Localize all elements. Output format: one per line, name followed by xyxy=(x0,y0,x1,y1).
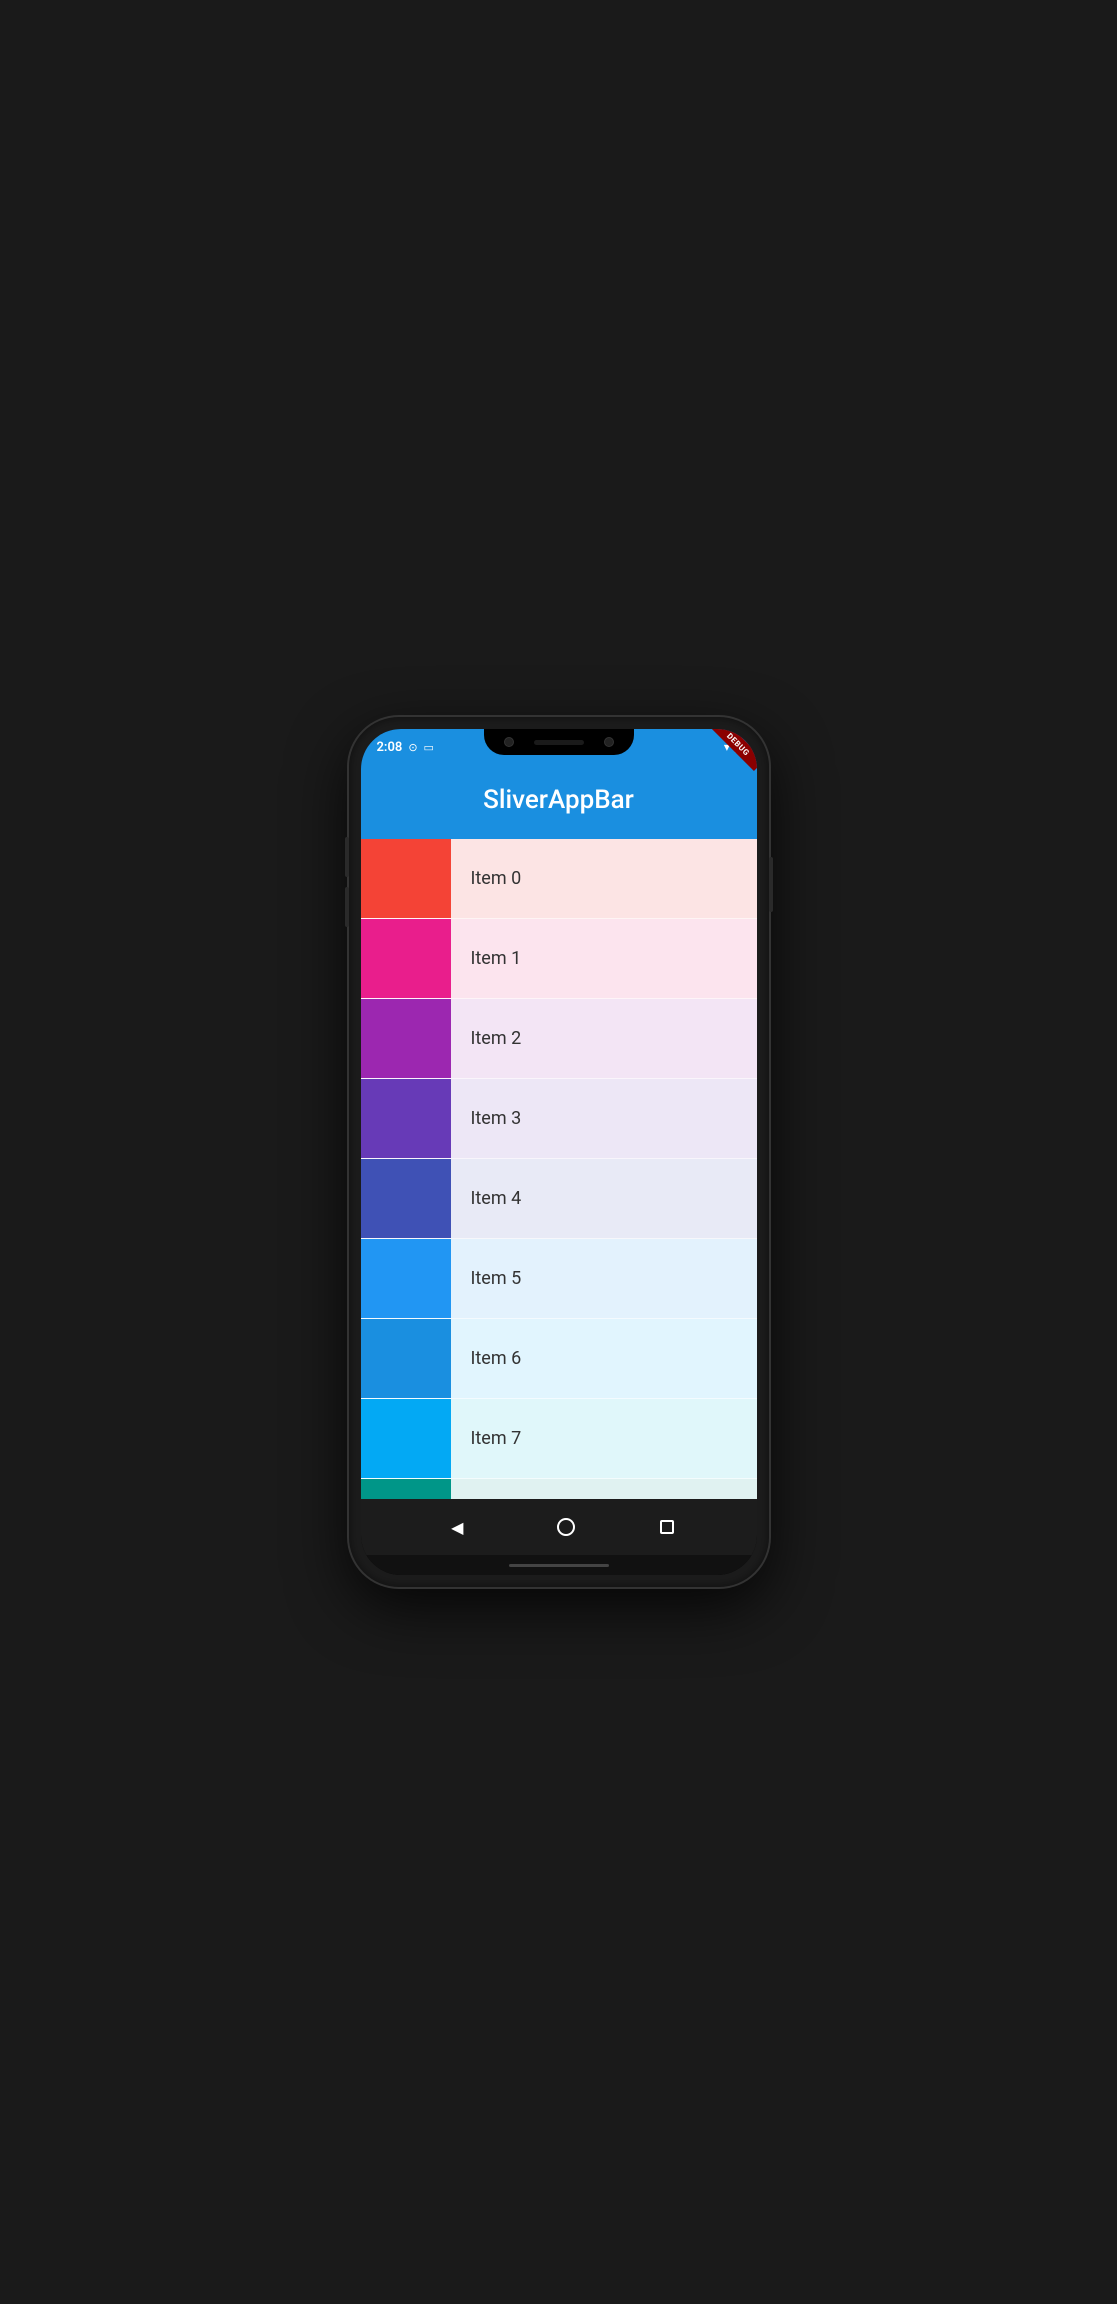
list-item-label: Item 3 xyxy=(451,1108,757,1129)
volume-down-button[interactable] xyxy=(345,887,349,927)
list-item[interactable]: Item 4 xyxy=(361,1159,757,1239)
notch xyxy=(484,729,634,755)
app-bar: SliverAppBar xyxy=(361,765,757,839)
debug-label: DEBUG xyxy=(712,729,757,771)
sd-icon: ▭ xyxy=(424,741,434,754)
home-button[interactable] xyxy=(557,1518,575,1536)
list-item-color-box xyxy=(361,919,451,998)
list-item-label: Item 4 xyxy=(451,1188,757,1209)
list-item-label: Item 0 xyxy=(451,868,757,889)
list-item[interactable]: Item 3 xyxy=(361,1079,757,1159)
list-item[interactable]: Item 7 xyxy=(361,1399,757,1479)
status-time: 2:08 xyxy=(377,740,403,755)
list-item-label: Item 2 xyxy=(451,1028,757,1049)
app-bar-title: SliverAppBar xyxy=(483,785,634,815)
nav-bar: ◀ xyxy=(361,1499,757,1555)
list-content[interactable]: Item 0 Item 1 Item 2 Item 3 Item 4 Item 5 Item… xyxy=(361,839,757,1499)
list-item-color-box xyxy=(361,1239,451,1318)
list-item-color-box xyxy=(361,1399,451,1478)
volume-up-button[interactable] xyxy=(345,837,349,877)
list-item-label: Item 6 xyxy=(451,1348,757,1369)
recent-button[interactable] xyxy=(660,1520,674,1534)
earpiece-speaker xyxy=(534,740,584,745)
back-button[interactable]: ◀ xyxy=(443,1510,471,1545)
sim-icon: ⊙ xyxy=(408,741,417,754)
bottom-bar xyxy=(361,1555,757,1575)
status-bar-left: 2:08 ⊙ ▭ xyxy=(377,740,434,755)
list-item[interactable]: Item 8 xyxy=(361,1479,757,1499)
list-item[interactable]: Item 1 xyxy=(361,919,757,999)
list-item[interactable]: Item 5 xyxy=(361,1239,757,1319)
list-item-color-box xyxy=(361,999,451,1078)
debug-badge: DEBUG xyxy=(707,729,757,779)
list-item[interactable]: Item 6 xyxy=(361,1319,757,1399)
list-item-color-box xyxy=(361,839,451,918)
list-item-color-box xyxy=(361,1079,451,1158)
front-sensor xyxy=(604,737,614,747)
power-button[interactable] xyxy=(769,857,773,912)
list-item-color-box xyxy=(361,1159,451,1238)
list-item-color-box xyxy=(361,1319,451,1398)
list-item-label: Item 5 xyxy=(451,1268,757,1289)
list-item-label: Item 7 xyxy=(451,1428,757,1449)
bottom-gesture-bar xyxy=(509,1564,609,1567)
front-camera xyxy=(504,737,514,747)
list-item-color-box xyxy=(361,1479,451,1499)
list-item[interactable]: Item 2 xyxy=(361,999,757,1079)
list-item[interactable]: Item 0 xyxy=(361,839,757,919)
list-item-label: Item 1 xyxy=(451,948,757,969)
